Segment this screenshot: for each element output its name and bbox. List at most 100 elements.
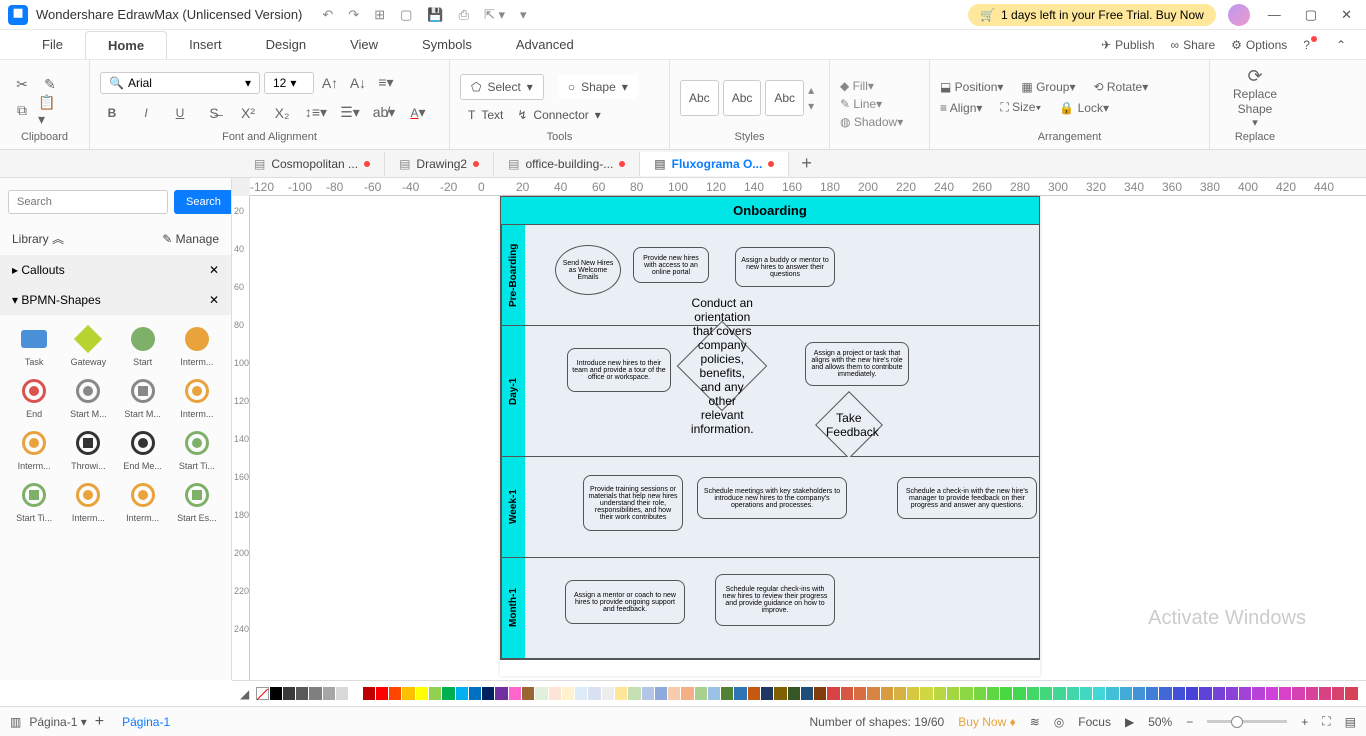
- maximize-button[interactable]: ▢: [1299, 7, 1323, 23]
- color-swatch[interactable]: [1226, 687, 1238, 700]
- line-button[interactable]: ✎ Line▾: [840, 97, 903, 111]
- lane-week-1[interactable]: Week-1Provide training sessions or mater…: [501, 457, 1039, 558]
- add-document-button[interactable]: +: [789, 153, 824, 174]
- doc-tab-0[interactable]: ▤Cosmopolitan ...: [240, 152, 385, 176]
- close-category-icon[interactable]: ✕: [209, 263, 219, 277]
- color-swatch[interactable]: [827, 687, 839, 700]
- library-toggle[interactable]: Library ︽: [12, 230, 64, 247]
- close-category-icon[interactable]: ✕: [209, 293, 219, 307]
- color-swatch[interactable]: [974, 687, 986, 700]
- clear-format-icon[interactable]: ab̸▾: [372, 101, 396, 125]
- layers-icon[interactable]: ≋: [1030, 715, 1040, 729]
- align-button[interactable]: ≡ Align▾: [940, 101, 982, 115]
- superscript-icon[interactable]: X²: [236, 101, 260, 125]
- color-swatch[interactable]: [668, 687, 680, 700]
- canvas[interactable]: Onboarding Pre-BoardingSend New Hires as…: [250, 196, 1366, 680]
- style-preset-2[interactable]: Abc: [723, 80, 762, 116]
- more-icon[interactable]: ▾: [520, 7, 527, 23]
- zoom-level[interactable]: 50%: [1148, 715, 1172, 729]
- color-swatch[interactable]: [1279, 687, 1291, 700]
- color-swatch[interactable]: [495, 687, 507, 700]
- flowchart-node[interactable]: Assign a mentor or coach to new hires to…: [565, 580, 685, 624]
- color-swatch[interactable]: [1239, 687, 1251, 700]
- color-swatch[interactable]: [283, 687, 295, 700]
- flowchart-node[interactable]: Assign a buddy or mentor to new hires to…: [735, 247, 835, 287]
- category-callouts[interactable]: ▸ Callouts✕: [0, 255, 231, 285]
- color-swatch[interactable]: [588, 687, 600, 700]
- zoom-slider[interactable]: [1207, 720, 1287, 723]
- color-swatch[interactable]: [296, 687, 308, 700]
- color-swatch[interactable]: [1080, 687, 1092, 700]
- color-swatch[interactable]: [1000, 687, 1012, 700]
- shape-interm[interactable]: Interm...: [119, 481, 167, 523]
- color-swatch[interactable]: [761, 687, 773, 700]
- menu-advanced[interactable]: Advanced: [494, 31, 596, 58]
- fit-icon[interactable]: ⛶: [1322, 714, 1330, 729]
- color-swatch[interactable]: [681, 687, 693, 700]
- color-swatch[interactable]: [1093, 687, 1105, 700]
- rotate-button[interactable]: ⟲ Rotate▾: [1093, 80, 1148, 94]
- cut-icon[interactable]: ✂: [10, 73, 34, 97]
- symbol-search-input[interactable]: [8, 190, 168, 214]
- color-swatch[interactable]: [1040, 687, 1052, 700]
- flowchart-node[interactable]: Provide training sessions or materials t…: [583, 475, 683, 531]
- shape-throwi[interactable]: Throwi...: [64, 429, 112, 471]
- flowchart-node[interactable]: Send New Hires as Welcome Emails: [555, 245, 621, 295]
- style-up-icon[interactable]: ▴: [808, 83, 814, 97]
- diagram-page[interactable]: Onboarding Pre-BoardingSend New Hires as…: [500, 196, 1040, 676]
- color-swatch[interactable]: [1173, 687, 1185, 700]
- buy-now-link[interactable]: Buy Now ♦: [958, 715, 1016, 729]
- export-icon[interactable]: ⇱ ▾: [484, 7, 505, 23]
- doc-tab-3[interactable]: ▤Fluxograma O...: [640, 152, 789, 176]
- color-swatch[interactable]: [841, 687, 853, 700]
- play-icon[interactable]: ▶: [1125, 715, 1134, 729]
- color-swatch[interactable]: [788, 687, 800, 700]
- zoom-out-icon[interactable]: −: [1186, 715, 1193, 729]
- diagram-title[interactable]: Onboarding: [500, 196, 1040, 225]
- color-swatch[interactable]: [1133, 687, 1145, 700]
- lane-body[interactable]: Assign a mentor or coach to new hires to…: [525, 558, 1039, 658]
- minimize-button[interactable]: —: [1262, 7, 1287, 22]
- bullets-icon[interactable]: ☰▾: [338, 101, 362, 125]
- color-swatch[interactable]: [814, 687, 826, 700]
- color-swatch[interactable]: [442, 687, 454, 700]
- color-swatch[interactable]: [642, 687, 654, 700]
- color-swatch[interactable]: [987, 687, 999, 700]
- subscript-icon[interactable]: X₂: [270, 101, 294, 125]
- page-tab-1[interactable]: Página-1: [112, 711, 180, 733]
- color-swatch[interactable]: [708, 687, 720, 700]
- color-swatch[interactable]: [1319, 687, 1331, 700]
- color-swatch[interactable]: [1053, 687, 1065, 700]
- save-icon[interactable]: 💾: [427, 7, 443, 23]
- menu-design[interactable]: Design: [244, 31, 328, 58]
- color-swatch[interactable]: [1067, 687, 1079, 700]
- color-swatch[interactable]: [1306, 687, 1318, 700]
- user-avatar[interactable]: [1228, 4, 1250, 26]
- color-swatch[interactable]: [628, 687, 640, 700]
- shape-interm[interactable]: Interm...: [173, 377, 221, 419]
- add-page-button[interactable]: +: [95, 713, 104, 731]
- doc-tab-1[interactable]: ▤Drawing2: [385, 152, 494, 176]
- style-preset-1[interactable]: Abc: [680, 80, 719, 116]
- color-swatch[interactable]: [509, 687, 521, 700]
- zoom-in-icon[interactable]: +: [1301, 715, 1308, 729]
- lane-body[interactable]: Introduce new hires to their team and pr…: [525, 326, 1039, 456]
- color-swatch[interactable]: [336, 687, 348, 700]
- color-swatch[interactable]: [1199, 687, 1211, 700]
- shape-startm[interactable]: Start M...: [119, 377, 167, 419]
- group-button[interactable]: ▦ Group▾: [1021, 80, 1075, 94]
- color-swatch[interactable]: [1106, 687, 1118, 700]
- color-swatch[interactable]: [801, 687, 813, 700]
- color-swatch[interactable]: [734, 687, 746, 700]
- flowchart-node[interactable]: Conduct an orientation that covers compa…: [677, 321, 768, 412]
- collapse-ribbon-icon[interactable]: ⌃: [1336, 38, 1346, 52]
- strike-icon[interactable]: S̶: [202, 101, 226, 125]
- color-swatch[interactable]: [402, 687, 414, 700]
- trial-banner[interactable]: 🛒 1 days left in your Free Trial. Buy No…: [968, 4, 1216, 26]
- undo-icon[interactable]: ↶: [322, 7, 333, 23]
- color-swatch[interactable]: [549, 687, 561, 700]
- no-fill-swatch[interactable]: [256, 687, 268, 700]
- close-button[interactable]: ✕: [1335, 7, 1358, 23]
- flowchart-node[interactable]: Schedule meetings with key stakeholders …: [697, 477, 847, 519]
- menu-insert[interactable]: Insert: [167, 31, 244, 58]
